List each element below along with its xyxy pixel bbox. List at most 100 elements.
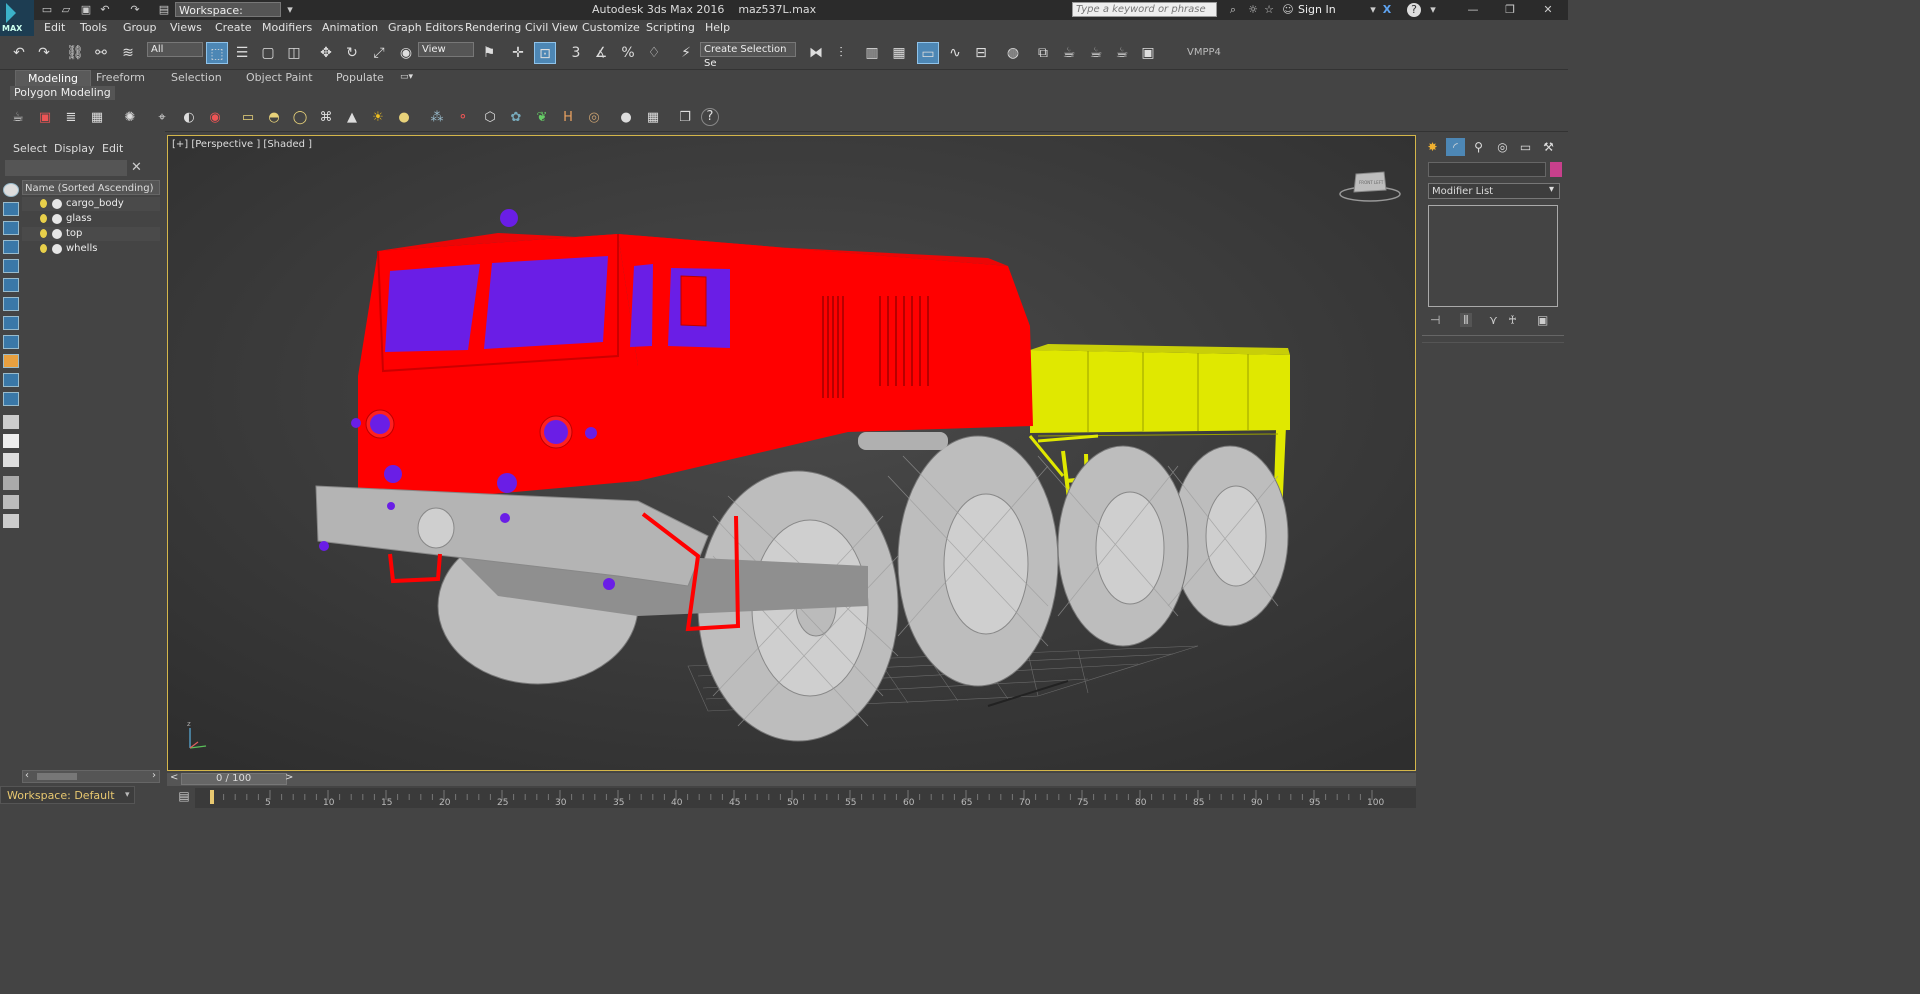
tab-populate[interactable]: Populate bbox=[336, 71, 384, 84]
menu-modifiers[interactable]: Modifiers bbox=[262, 21, 312, 34]
menu-civil-view[interactable]: Civil View bbox=[525, 21, 578, 34]
search-icon[interactable]: ⌕ bbox=[1226, 3, 1240, 17]
helper-icon[interactable]: ⬡ bbox=[480, 108, 500, 128]
favorites-star-icon[interactable]: ☆ bbox=[1262, 3, 1276, 17]
camera-icon[interactable]: ⌖ bbox=[152, 108, 172, 128]
tab-object-paint[interactable]: Object Paint bbox=[246, 71, 313, 84]
percent-snap-icon[interactable]: % bbox=[617, 42, 639, 64]
help-icon[interactable]: ? bbox=[1407, 3, 1421, 17]
select-by-name-icon[interactable]: ☰ bbox=[231, 42, 253, 64]
close-icon[interactable]: ✕ bbox=[1541, 3, 1555, 17]
restore-icon[interactable]: ❐ bbox=[1503, 3, 1517, 17]
manipulate-icon[interactable]: ✛ bbox=[507, 42, 529, 64]
edit-named-selection-icon[interactable]: ⚡ bbox=[675, 42, 697, 64]
quick-access-dropdown-icon[interactable]: ▾ bbox=[283, 3, 297, 17]
light-bulb-icon[interactable] bbox=[40, 229, 47, 238]
visibility-icon[interactable] bbox=[52, 199, 62, 209]
make-unique-icon[interactable]: ⋎ bbox=[1489, 313, 1498, 327]
keyboard-shortcut-override-icon[interactable]: ⊡ bbox=[534, 42, 556, 64]
space-warp-icon[interactable]: ✿ bbox=[506, 108, 526, 128]
pin-stack-icon[interactable]: ⊣ bbox=[1430, 313, 1440, 327]
list-item[interactable]: glass bbox=[22, 212, 160, 226]
help-dropdown-icon[interactable]: ▾ bbox=[1426, 3, 1440, 17]
workspace-dropdown[interactable]: Workspace: Default bbox=[175, 2, 281, 32]
viewport-label-menu[interactable]: [+] [Perspective ] [Shaded ] bbox=[172, 139, 312, 150]
menu-animation[interactable]: Animation bbox=[322, 21, 378, 34]
tab-selection[interactable]: Selection bbox=[171, 71, 222, 84]
light-bulb-icon[interactable] bbox=[40, 244, 47, 253]
time-slider[interactable]: < > bbox=[167, 772, 1416, 786]
box-primitive-icon[interactable]: ▭ bbox=[238, 108, 258, 128]
pivot-center-icon[interactable]: ⚑ bbox=[478, 42, 500, 64]
explorer-tab-edit[interactable]: Edit bbox=[102, 142, 123, 155]
pages-icon[interactable]: ❐ bbox=[675, 108, 695, 128]
grid-table-icon[interactable]: ▦ bbox=[87, 108, 107, 128]
scroll-thumb[interactable] bbox=[37, 773, 77, 780]
explorer-find-input[interactable] bbox=[5, 160, 127, 176]
named-selection-set-dropdown[interactable]: Create Selection Se bbox=[700, 42, 796, 69]
list-item[interactable]: whells bbox=[22, 242, 160, 256]
clear-find-icon[interactable]: ✕ bbox=[131, 160, 142, 175]
render-frame-icon[interactable]: ▣ bbox=[35, 108, 55, 128]
filter-containers-icon[interactable] bbox=[3, 373, 19, 387]
material-sphere-icon[interactable]: ● bbox=[616, 108, 636, 128]
select-and-move-icon[interactable]: ✥ bbox=[315, 42, 337, 64]
prev-frame-icon[interactable]: < bbox=[170, 772, 178, 783]
light-lister-icon[interactable]: ✺ bbox=[120, 108, 140, 128]
display-tab-icon[interactable]: ▭ bbox=[1516, 138, 1535, 156]
scroll-left-icon[interactable]: ‹ bbox=[25, 770, 29, 781]
help-circle-icon[interactable]: ? bbox=[701, 108, 719, 126]
list-item[interactable]: top bbox=[22, 227, 160, 241]
motion-tab-icon[interactable]: ◎ bbox=[1493, 138, 1512, 156]
align-icon[interactable]: ⫶ bbox=[830, 42, 852, 64]
modify-tab-icon[interactable]: ◜ bbox=[1446, 138, 1465, 156]
window-crossing-icon[interactable]: ◫ bbox=[283, 42, 305, 64]
sun-light-icon[interactable]: ☀ bbox=[368, 108, 388, 128]
visibility-icon[interactable] bbox=[52, 244, 62, 254]
object-name-field[interactable] bbox=[1428, 162, 1546, 177]
open-file-icon[interactable]: ▱ bbox=[59, 3, 73, 17]
mirror-icon[interactable]: ⧓ bbox=[805, 42, 827, 64]
video-camera-icon[interactable]: ◉ bbox=[205, 108, 225, 128]
filter-cameras-icon[interactable] bbox=[3, 259, 19, 273]
reference-coordinate-dropdown[interactable]: View bbox=[418, 42, 474, 57]
workspace-dropdown-icon[interactable]: ▾ bbox=[125, 790, 130, 800]
modifier-list-chevron-icon[interactable]: ▾ bbox=[1549, 184, 1554, 195]
rendered-frame-window-icon[interactable]: ☕ bbox=[1058, 42, 1080, 64]
menu-views[interactable]: Views bbox=[170, 21, 202, 34]
toggle-scene-explorer-icon[interactable]: ▥ bbox=[861, 42, 883, 64]
filter-frozen-icon[interactable] bbox=[3, 392, 19, 406]
light-bulb-icon[interactable] bbox=[40, 199, 47, 208]
render-setup-icon[interactable]: ⧉ bbox=[1032, 42, 1054, 64]
remove-modifier-icon[interactable]: ♰ bbox=[1508, 313, 1517, 327]
filter-all-icon[interactable] bbox=[3, 434, 19, 448]
object-color-swatch[interactable] bbox=[1550, 162, 1562, 177]
hierarchy-icon[interactable] bbox=[3, 495, 19, 509]
render-iterative-icon[interactable]: ☕ bbox=[1111, 42, 1133, 64]
show-end-result-icon[interactable]: Ⅱ bbox=[1460, 313, 1472, 327]
hierarchy-tab-icon[interactable]: ⚲ bbox=[1469, 138, 1488, 156]
scroll-right-icon[interactable]: › bbox=[152, 770, 156, 781]
modifier-stack[interactable] bbox=[1428, 205, 1558, 307]
save-file-icon[interactable]: ▣ bbox=[79, 3, 93, 17]
light-bulb-icon[interactable] bbox=[40, 214, 47, 223]
list-item[interactable]: cargo_body bbox=[22, 197, 160, 211]
snaps-toggle-icon[interactable]: 3 bbox=[565, 42, 587, 64]
layer-icon[interactable] bbox=[3, 514, 19, 528]
menu-scripting[interactable]: Scripting bbox=[646, 21, 695, 34]
menu-customize[interactable]: Customize bbox=[582, 21, 640, 34]
filter-space-warps-icon[interactable] bbox=[3, 297, 19, 311]
filter-geometry-icon[interactable] bbox=[3, 202, 19, 216]
bone-icon[interactable]: ⚬ bbox=[453, 108, 473, 128]
redo-icon[interactable]: ↷ bbox=[128, 3, 142, 17]
explorer-tab-select[interactable]: Select bbox=[13, 142, 47, 155]
select-and-rotate-icon[interactable]: ↻ bbox=[341, 42, 363, 64]
toggle-layer-explorer-icon[interactable]: ▦ bbox=[888, 42, 910, 64]
filter-lights-icon[interactable] bbox=[3, 240, 19, 254]
app-logo-button[interactable]: MAX bbox=[0, 0, 34, 36]
select-object-icon[interactable]: ⬚ bbox=[206, 42, 228, 64]
column-header-name[interactable]: Name (Sorted Ascending) bbox=[22, 180, 160, 195]
select-and-scale-icon[interactable]: ⤢ bbox=[368, 42, 390, 64]
tab-modeling[interactable]: Modeling bbox=[15, 70, 92, 87]
display-all-icon[interactable] bbox=[3, 183, 19, 197]
